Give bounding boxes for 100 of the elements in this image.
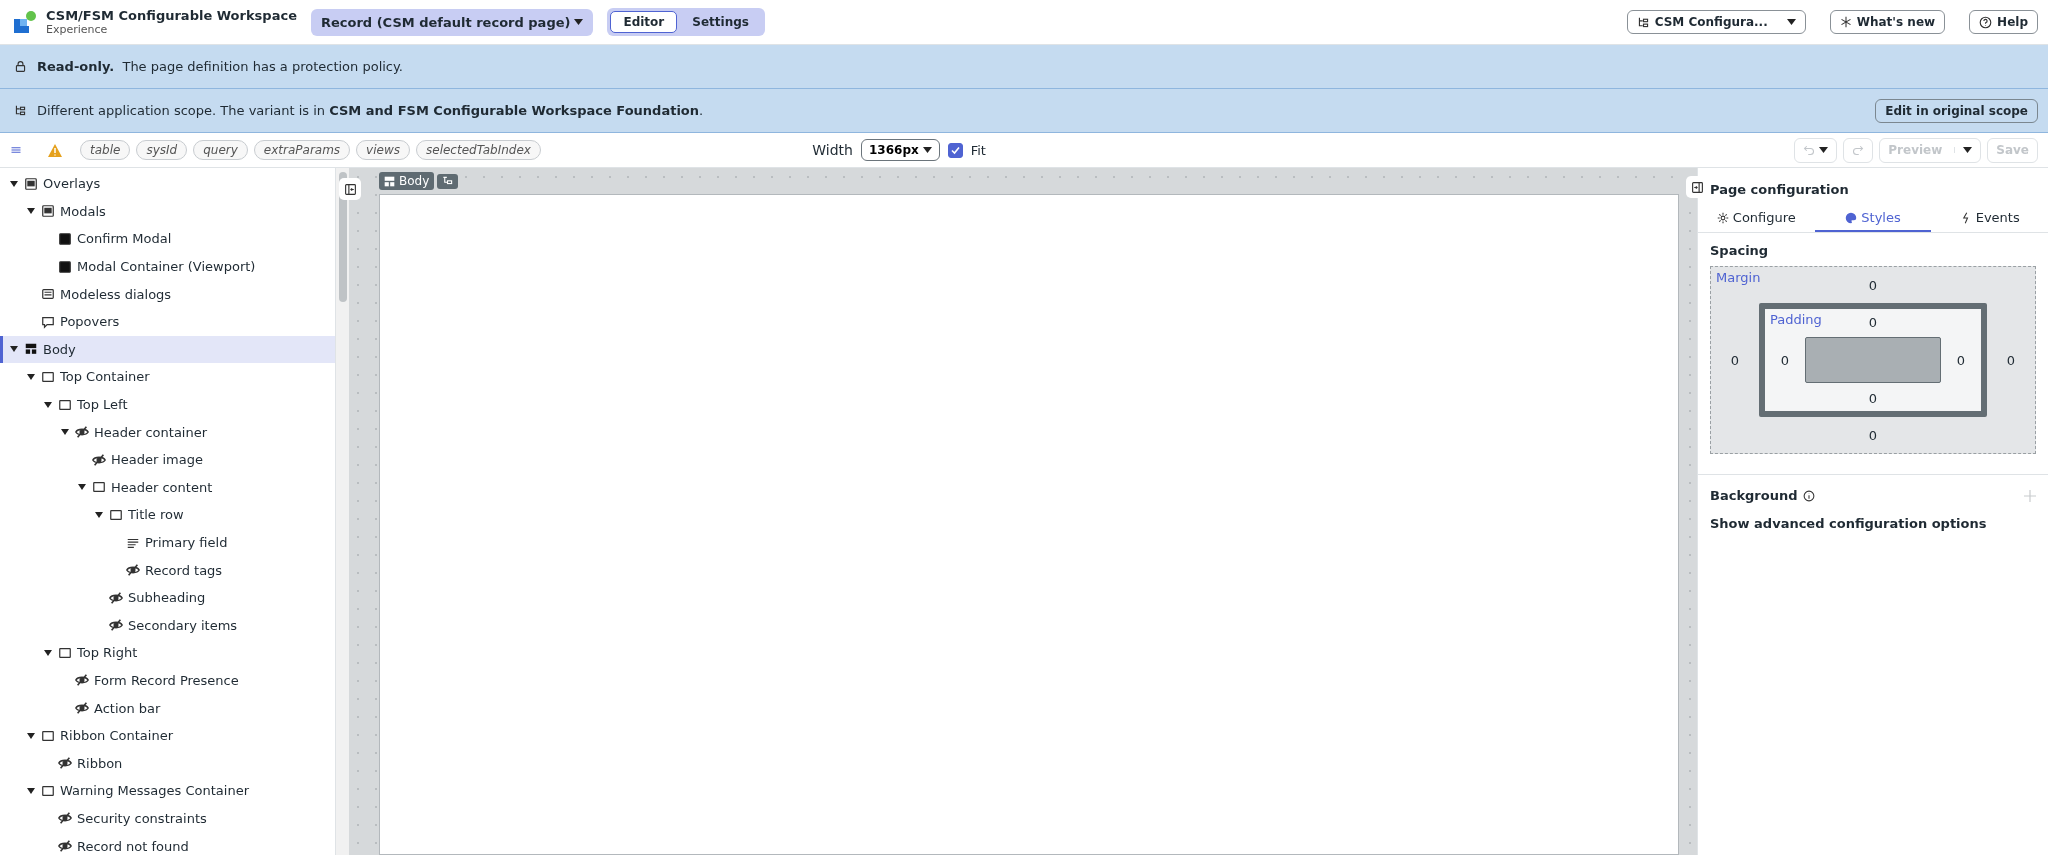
parameter-chip[interactable]: selectedTabIndex	[416, 140, 541, 160]
caret-down-icon[interactable]	[94, 509, 104, 520]
collapse-left-icon	[343, 182, 357, 196]
asterisk-icon	[1839, 16, 1852, 28]
tree-item[interactable]: Modeless dialogs	[0, 280, 335, 308]
plus-icon	[2024, 490, 2036, 502]
tree-item[interactable]: Record tags	[0, 556, 335, 584]
mode-tab[interactable]: Editor	[610, 11, 678, 33]
fit-label: Fit	[970, 142, 986, 158]
config-tab[interactable]: Events	[1931, 203, 2048, 232]
tree-item[interactable]: Header container	[0, 418, 335, 446]
margin-value[interactable]: 0	[1987, 303, 2035, 417]
help-button[interactable]: Help	[1969, 10, 2038, 34]
tree-item[interactable]: Subheading	[0, 583, 335, 612]
parameter-chip[interactable]: query	[193, 140, 248, 160]
tree-item[interactable]: Top Right	[0, 639, 335, 667]
padding-value[interactable]: 0	[1941, 335, 1981, 385]
tree-item[interactable]: Warning Messages Container	[0, 777, 335, 805]
tree-item[interactable]: Modals	[0, 197, 335, 226]
tree-item[interactable]: Header image	[0, 445, 335, 474]
gear-icon	[1716, 211, 1729, 224]
tree-item[interactable]: Ribbon Container	[0, 721, 335, 750]
tree-item[interactable]: Top Container	[0, 363, 335, 391]
padding-value[interactable]: 0	[1805, 385, 1941, 411]
tree-item[interactable]: Confirm Modal	[0, 225, 335, 253]
tree-item[interactable]: Header content	[0, 473, 335, 502]
margin-value[interactable]: 0	[1759, 417, 1987, 453]
parameter-chip[interactable]: views	[356, 140, 410, 160]
caret-down-icon[interactable]	[9, 178, 19, 189]
caret-down-icon[interactable]	[26, 785, 36, 796]
page-selector[interactable]: Record (CSM default record page)	[310, 8, 594, 36]
collapse-panel-button[interactable]	[339, 178, 361, 200]
caret-icon	[1963, 147, 1973, 153]
body-tag[interactable]: Body	[379, 172, 435, 190]
padding-label: Padding	[1770, 312, 1822, 327]
hidden-eye-icon	[109, 590, 123, 605]
tree-item[interactable]: Record not found	[0, 832, 335, 855]
tree-item[interactable]: Overlays	[0, 170, 335, 198]
tree-item[interactable]: Action bar	[0, 694, 335, 722]
tree-item[interactable]: Modal Container (Viewport)	[0, 252, 335, 281]
tree-item[interactable]: Title row	[0, 501, 335, 529]
tree-item[interactable]: Body	[0, 335, 335, 364]
tree-item[interactable]: Form Record Presence	[0, 666, 335, 695]
square-icon	[58, 259, 72, 274]
speech-bubble-icon	[41, 314, 55, 329]
section-title: Spacing	[1709, 242, 1770, 260]
info-icon[interactable]	[1802, 489, 1815, 502]
hierarchy-icon	[1636, 15, 1650, 29]
app-subtitle: Experience	[46, 23, 109, 36]
tree-item[interactable]: Popovers	[0, 307, 335, 336]
margin-label: Margin	[1716, 270, 1761, 285]
config-tab[interactable]: Styles	[1814, 203, 1932, 232]
advanced-options-link[interactable]: Show advanced configuration options	[1698, 506, 2048, 541]
modal-icon	[24, 176, 38, 191]
dialogs-icon	[41, 287, 55, 302]
tree-item[interactable]: Primary field	[0, 528, 335, 557]
hidden-eye-icon	[109, 618, 123, 633]
padding-value[interactable]: 0	[1765, 335, 1805, 385]
notice-text: Read-only. The page definition has a protection policy.	[37, 59, 403, 74]
layout-icon	[24, 342, 38, 357]
notice-text: Different application scope. The variant is in CSM and FSM Configurable Workspace Foundation.	[37, 103, 704, 118]
checkmark-icon	[950, 145, 960, 155]
caret-down-icon[interactable]	[26, 371, 36, 382]
panel-title: Page configuration	[1709, 181, 1850, 199]
container-icon	[41, 369, 55, 384]
fit-checkbox[interactable]	[947, 142, 963, 158]
parameter-chip[interactable]: sysId	[136, 140, 188, 160]
parameter-chip[interactable]: table	[80, 140, 131, 160]
expand-right-icon	[1690, 180, 1704, 194]
tree-item[interactable]: Secondary items	[0, 611, 335, 640]
menu-icon[interactable]	[10, 144, 22, 156]
margin-value[interactable]: 0	[1711, 303, 1759, 417]
lock-icon	[14, 60, 27, 73]
select-parent-button[interactable]	[437, 173, 459, 189]
margin-value[interactable]: 0	[1759, 267, 1987, 303]
container-icon	[92, 480, 106, 495]
parameter-chip[interactable]: extraParams	[253, 140, 351, 160]
hidden-eye-icon	[75, 673, 89, 688]
config-tab[interactable]: Configure	[1698, 203, 1815, 232]
scope-selector[interactable]: CSM Configura...	[1626, 10, 1806, 34]
redo-icon	[1852, 144, 1865, 156]
tree-item[interactable]: Top Left	[0, 390, 335, 419]
caret-down-icon[interactable]	[26, 730, 36, 741]
caret-icon	[922, 147, 932, 153]
width-label: Width	[812, 142, 853, 158]
hidden-eye-icon	[75, 701, 89, 716]
modal-icon	[41, 204, 55, 219]
app-title: CSM/FSM Configurable Workspace	[46, 8, 297, 23]
width-select[interactable]: 1366px	[861, 139, 940, 161]
whats-new-button[interactable]: What's new	[1829, 10, 1946, 34]
edit-original-scope-button[interactable]: Edit in original scope	[1875, 98, 2038, 123]
tree-item[interactable]: Security constraints	[0, 804, 335, 833]
undo-icon	[1803, 144, 1816, 156]
caret-down-icon[interactable]	[43, 399, 53, 410]
caret-down-icon[interactable]	[43, 647, 53, 658]
palette-icon	[1845, 211, 1858, 224]
mode-tab[interactable]: Settings	[679, 11, 762, 33]
tree-item[interactable]: Ribbon	[0, 749, 335, 778]
hidden-eye-icon	[126, 563, 140, 578]
hidden-eye-icon	[92, 452, 106, 467]
